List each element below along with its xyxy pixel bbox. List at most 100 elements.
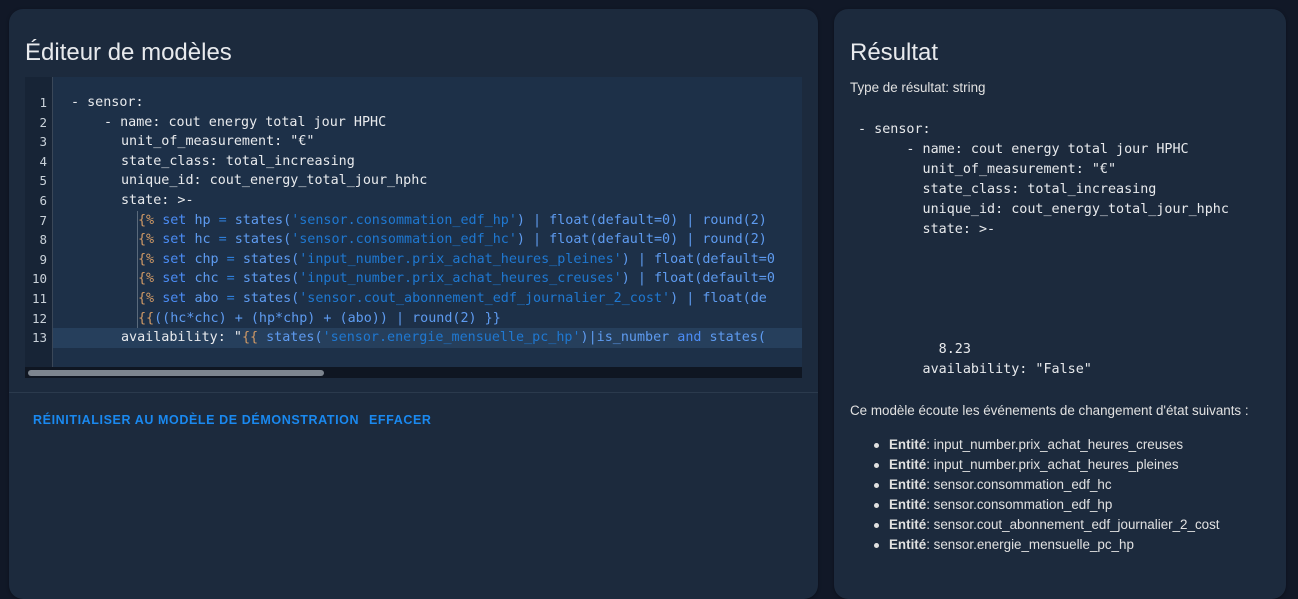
code-line: {% set hp = states('sensor.consommation_… <box>53 211 802 231</box>
code-line: {{((hc*chc) + (hp*chp) + (abo)) | round(… <box>53 309 802 329</box>
entity-label: Entité <box>889 477 927 492</box>
list-item: Entité: sensor.consommation_edf_hp <box>874 495 1220 515</box>
code-token: ((hc*chc) + (hp*chp) + (abo)) | round(2)… <box>154 310 501 326</box>
code-token: chp <box>194 251 219 267</box>
entity-label: Entité <box>889 537 927 552</box>
code-token: hp <box>194 212 211 228</box>
code-token: states( <box>701 330 766 346</box>
code-token: 'sensor.consommation_edf_hp' <box>291 212 517 228</box>
code-line: {% set chc = states('input_number.prix_a… <box>53 269 802 289</box>
code-line: {% set chp = states('input_number.prix_a… <box>53 250 802 270</box>
scrollbar-thumb[interactable] <box>28 370 324 376</box>
code-token: set <box>162 212 187 228</box>
code-token: set <box>162 251 187 267</box>
code-token: 'input_number.prix_achat_heures_pleines' <box>299 251 622 267</box>
entity-label: Entité <box>889 497 927 512</box>
code-text: - name: cout energy total jour HPHC <box>104 114 387 130</box>
code-token: {% <box>138 251 155 267</box>
code-line: - name: cout energy total jour HPHC <box>53 113 802 133</box>
code-line: - sensor: <box>53 93 802 113</box>
clear-button[interactable]: EFFACER <box>369 413 432 427</box>
code-token: states( <box>234 212 292 228</box>
code-token: states( <box>242 271 300 287</box>
line-number: 7 <box>39 212 47 228</box>
code-token: ) | float(default=0 <box>621 271 775 287</box>
code-token: states( <box>258 330 323 346</box>
code-token: ) | float(de <box>670 291 767 306</box>
code-token: = <box>218 291 243 306</box>
code-token: set <box>162 232 187 248</box>
code-line: unit_of_measurement: "€" <box>53 132 802 152</box>
code-token: set <box>162 271 187 287</box>
listened-events-text: Ce modèle écoute les événements de chang… <box>850 403 1249 418</box>
list-item: Entité: sensor.consommation_edf_hc <box>874 475 1220 495</box>
line-number: 2 <box>39 114 47 130</box>
code-area[interactable]: - sensor: - name: cout energy total jour… <box>53 77 802 367</box>
entity-id: : sensor.consommation_edf_hp <box>926 497 1113 512</box>
code-token: ) | float(default=0) | round(2) <box>516 212 767 228</box>
code-text: unit_of_measurement: "€" <box>121 134 315 150</box>
entity-label: Entité <box>889 517 927 532</box>
listened-entities-list: Entité: input_number.prix_achat_heures_c… <box>850 435 1220 555</box>
code-token: states( <box>234 232 292 248</box>
code-token: 'sensor.energie_mensuelle_pc_hp' <box>322 330 581 346</box>
code-token: = <box>218 271 243 287</box>
list-item: Entité: input_number.prix_achat_heures_c… <box>874 435 1220 455</box>
result-output: - sensor: - name: cout energy total jour… <box>858 122 1229 377</box>
line-number: 8 <box>39 232 47 248</box>
line-number: 3 <box>39 134 47 150</box>
line-number: 10 <box>31 271 47 287</box>
code-token: = <box>210 232 235 248</box>
code-token: {% <box>138 271 155 287</box>
code-line: {% set abo = states('sensor.cout_abonnem… <box>53 289 802 309</box>
code-text: state_class: total_increasing <box>121 153 355 169</box>
code-token: {% <box>138 291 155 306</box>
entity-id: : sensor.cout_abonnement_edf_journalier_… <box>926 517 1220 532</box>
code-token: = <box>210 212 235 228</box>
code-token: = <box>218 251 243 267</box>
code-token: 'sensor.consommation_edf_hc' <box>291 232 517 248</box>
code-text: unique_id: cout_energy_total_jour_hphc <box>121 173 428 189</box>
entity-id: : input_number.prix_achat_heures_pleines <box>926 457 1179 472</box>
entity-label: Entité <box>889 437 927 452</box>
code-line: state: >- <box>53 191 802 211</box>
code-token: chc <box>194 271 219 287</box>
code-editor[interactable]: 1 2 3 4 5 6 7 8 9 10 11 12 13 - sensor: … <box>25 77 802 378</box>
code-token: abo <box>194 291 219 306</box>
list-item: Entité: sensor.cout_abonnement_edf_journ… <box>874 515 1220 535</box>
entity-id: : sensor.consommation_edf_hc <box>926 477 1112 492</box>
horizontal-scrollbar[interactable] <box>25 367 802 378</box>
line-number: 12 <box>31 310 47 326</box>
code-token: {% <box>138 212 155 228</box>
template-editor-card: Éditeur de modèles 1 2 3 4 5 6 7 8 9 10 … <box>9 9 818 599</box>
code-token: 'sensor.cout_abonnement_edf_journalier_2… <box>299 291 671 306</box>
code-token: ) | float(default=0) | round(2) <box>516 232 767 248</box>
list-item: Entité: input_number.prix_achat_heures_p… <box>874 455 1220 475</box>
code-line-active: availability: "{{ states('sensor.energie… <box>53 328 802 348</box>
editor-title: Éditeur de modèles <box>25 39 232 66</box>
line-number: 9 <box>39 251 47 267</box>
code-line: state_class: total_increasing <box>53 152 802 172</box>
code-token: set <box>162 291 187 306</box>
code-token: 'input_number.prix_achat_heures_creuses' <box>299 271 622 287</box>
code-line: unique_id: cout_energy_total_jour_hphc <box>53 171 802 191</box>
list-item: Entité: sensor.energie_mensuelle_pc_hp <box>874 535 1220 555</box>
code-text: - sensor: <box>71 95 144 110</box>
line-number: 5 <box>39 173 47 189</box>
entity-label: Entité <box>889 457 927 472</box>
code-token: states( <box>242 251 300 267</box>
line-number: 11 <box>31 291 47 306</box>
card-divider <box>9 392 818 393</box>
code-token: {% <box>138 232 155 248</box>
line-number: 13 <box>31 330 47 346</box>
code-line: {% set hc = states('sensor.consommation_… <box>53 230 802 250</box>
line-number: 6 <box>39 193 47 208</box>
code-text: state: >- <box>121 193 194 208</box>
code-token: )|is_number <box>580 330 678 346</box>
code-token: {{ <box>138 310 155 326</box>
code-token: states( <box>242 291 300 306</box>
line-number: 1 <box>39 95 47 110</box>
code-token: hc <box>194 232 211 248</box>
reset-template-button[interactable]: RÉINITIALISER AU MODÈLE DE DÉMONSTRATION <box>33 413 359 427</box>
result-card: Résultat Type de résultat: string - sens… <box>834 9 1286 599</box>
